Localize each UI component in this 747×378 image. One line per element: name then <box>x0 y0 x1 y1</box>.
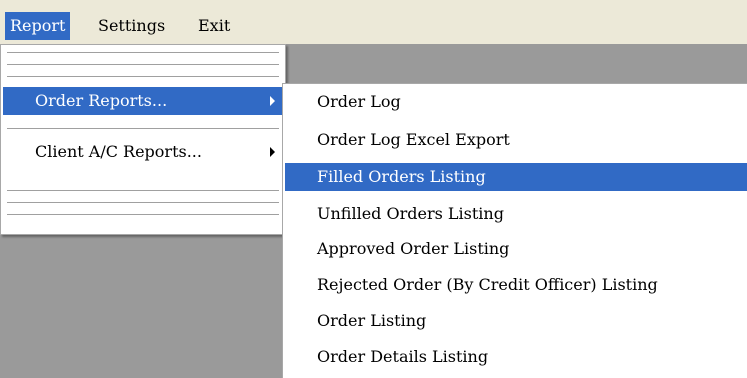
menu-separator <box>7 76 279 78</box>
menu-item-approved-order-listing[interactable]: Approved Order Listing <box>285 235 747 263</box>
menu-item-order-details-listing[interactable]: Order Details Listing <box>285 343 747 371</box>
menu-separator <box>7 214 279 216</box>
menu-item-label: Client A/C Reports... <box>35 142 202 161</box>
menu-item-order-log-excel-export[interactable]: Order Log Excel Export <box>285 126 747 154</box>
menu-item-unfilled-orders-listing[interactable]: Unfilled Orders Listing <box>285 200 747 228</box>
report-dropdown-menu: Order Reports... Client A/C Reports... <box>0 44 286 235</box>
menu-item-label: Order Log Excel Export <box>317 130 510 149</box>
menu-item-label: Order Details Listing <box>317 347 489 366</box>
submenu-arrow-icon <box>270 147 275 157</box>
menu-separator <box>7 202 279 204</box>
menu-item-rejected-order-listing[interactable]: Rejected Order (By Credit Officer) Listi… <box>285 271 747 299</box>
menu-bar: Report Settings Exit <box>0 0 747 44</box>
menu-item-label: Rejected Order (By Credit Officer) Listi… <box>317 275 658 294</box>
menu-separator <box>7 52 279 54</box>
menu-item-label: Order Log <box>317 92 401 111</box>
menu-item-filled-orders-listing[interactable]: Filled Orders Listing <box>285 163 747 191</box>
menu-item-client-ac-reports[interactable]: Client A/C Reports... <box>3 138 283 166</box>
menu-item-label: Unfilled Orders Listing <box>317 204 504 223</box>
menu-item-label: Order Reports... <box>35 91 168 110</box>
menu-item-order-reports[interactable]: Order Reports... <box>3 87 283 115</box>
menu-separator <box>7 64 279 66</box>
menu-item-label: Filled Orders Listing <box>317 167 486 186</box>
menu-report[interactable]: Report <box>5 12 71 40</box>
menu-item-order-log[interactable]: Order Log <box>285 88 747 116</box>
menu-exit[interactable]: Exit <box>193 12 235 40</box>
order-reports-submenu: Order Log Order Log Excel Export Filled … <box>282 83 747 378</box>
menu-item-label: Order Listing <box>317 311 427 330</box>
menu-settings[interactable]: Settings <box>93 12 170 40</box>
menu-item-label: Approved Order Listing <box>317 239 510 258</box>
menu-item-order-listing[interactable]: Order Listing <box>285 307 747 335</box>
submenu-arrow-icon <box>270 96 275 106</box>
menu-separator <box>7 128 279 130</box>
menu-separator <box>7 190 279 192</box>
